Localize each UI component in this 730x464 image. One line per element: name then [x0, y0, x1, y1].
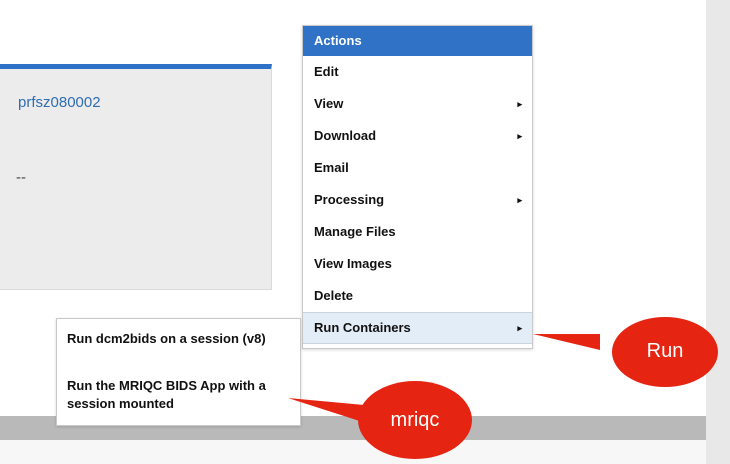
submenu-arrow-icon: ▸ [517, 99, 522, 109]
actions-menu: Actions Edit View ▸ Download ▸ Email Pro… [302, 25, 533, 349]
run-callout-label: Run [646, 340, 684, 362]
empty-value: -- [16, 169, 26, 186]
menu-item-manage-files[interactable]: Manage Files [303, 216, 532, 248]
submenu-arrow-icon: ▸ [517, 131, 522, 141]
menu-item-label: Email [314, 160, 349, 175]
actions-menu-header: Actions [303, 26, 532, 56]
session-info-box: prfsz080002 -- [0, 64, 272, 290]
menu-item-view-images[interactable]: View Images [303, 248, 532, 280]
menu-item-run-containers[interactable]: Run Containers ▸ [303, 312, 532, 344]
menu-item-delete[interactable]: Delete [303, 280, 532, 312]
menu-item-label: View [314, 96, 344, 111]
menu-item-view[interactable]: View ▸ [303, 88, 532, 120]
run-containers-submenu: Run dcm2bids on a session (v8) Run the M… [56, 318, 301, 426]
menu-item-label: Delete [314, 288, 354, 303]
menu-item-label: Manage Files [314, 224, 396, 239]
submenu-arrow-icon: ▸ [517, 195, 522, 205]
menu-item-label: Edit [314, 64, 339, 79]
menu-item-label: Processing [314, 192, 385, 207]
submenu-item-run-dcm2bids[interactable]: Run dcm2bids on a session (v8) [67, 330, 292, 348]
mriqc-callout-label: mriqc [390, 409, 440, 431]
menu-item-email[interactable]: Email [303, 152, 532, 184]
menu-item-edit[interactable]: Edit [303, 56, 532, 88]
menu-item-download[interactable]: Download ▸ [303, 120, 532, 152]
menu-item-processing[interactable]: Processing ▸ [303, 184, 532, 216]
submenu-item-run-mriqc[interactable]: Run the MRIQC BIDS App with a session mo… [67, 377, 292, 413]
menu-item-label: Run Containers [314, 320, 411, 335]
right-margin [706, 0, 730, 464]
menu-item-label: View Images [314, 256, 392, 271]
callout-pointer [533, 334, 600, 350]
subject-link[interactable]: prfsz080002 [18, 94, 101, 111]
menu-item-label: Download [314, 128, 377, 143]
submenu-arrow-icon: ▸ [517, 323, 522, 333]
